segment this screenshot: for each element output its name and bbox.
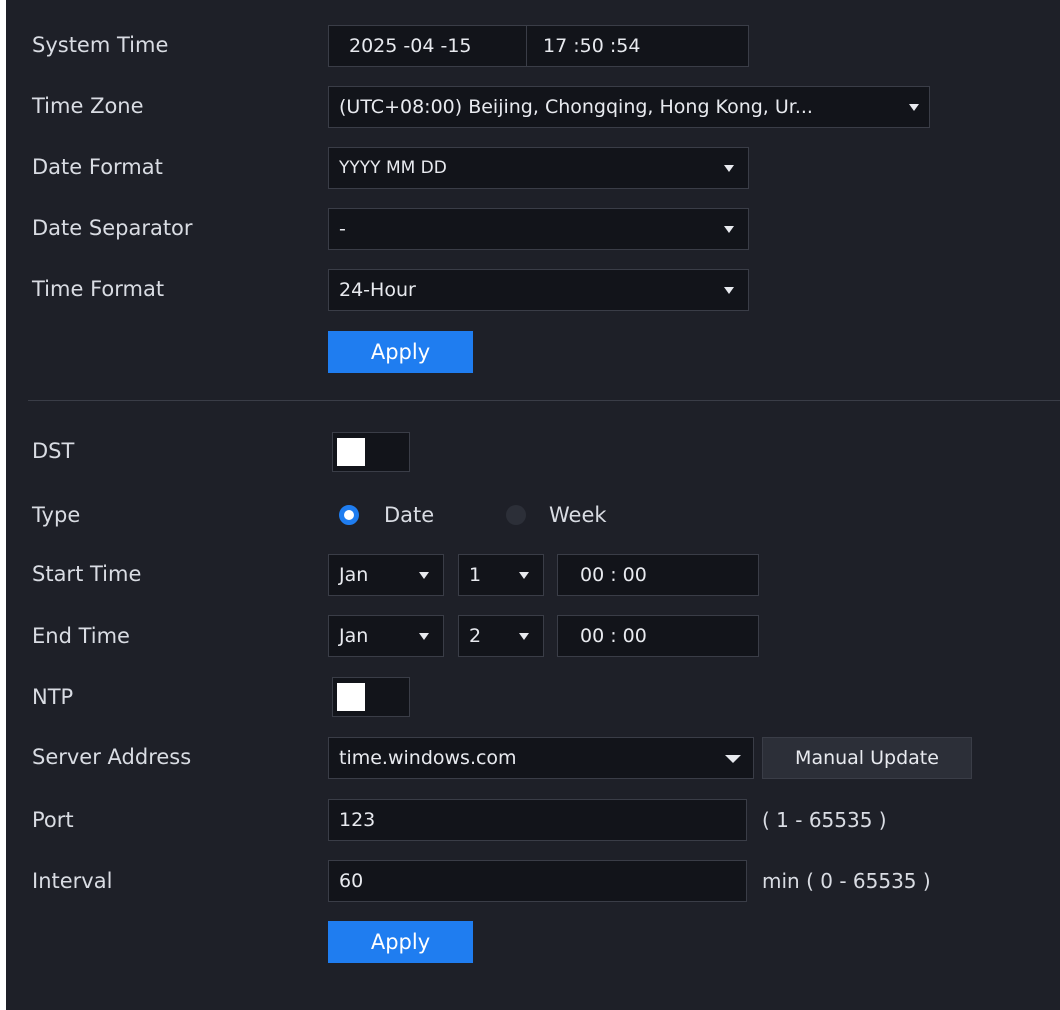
- end-day-value: 2: [469, 625, 482, 647]
- time-format-label: Time Format: [32, 277, 165, 301]
- end-month-select[interactable]: Jan: [328, 615, 444, 657]
- type-label: Type: [32, 503, 81, 527]
- start-day-value: 1: [469, 564, 482, 586]
- toggle-knob: [337, 683, 365, 711]
- time-zone-value: (UTC+08:00) Beijing, Chongqing, Hong Kon…: [339, 96, 813, 118]
- port-label: Port: [32, 808, 74, 832]
- interval-label: Interval: [32, 869, 113, 893]
- date-format-value: YYYY MM DD: [339, 158, 447, 178]
- chevron-down-icon: [519, 572, 529, 579]
- interval-value: 60: [339, 870, 364, 892]
- system-date-value[interactable]: 2025 -04 -15: [349, 35, 472, 57]
- start-time-input[interactable]: 00 : 00: [557, 554, 759, 596]
- ntp-label: NTP: [32, 685, 74, 709]
- interval-input[interactable]: 60: [328, 860, 747, 902]
- manual-update-label: Manual Update: [795, 747, 939, 769]
- interval-range-hint: min ( 0 - 65535 ): [762, 869, 931, 893]
- chevron-down-icon: [724, 226, 734, 233]
- chevron-down-icon: [519, 633, 529, 640]
- port-range-hint: ( 1 - 65535 ): [762, 808, 887, 832]
- end-month-value: Jan: [339, 625, 369, 647]
- chevron-down-icon: [419, 633, 429, 640]
- system-clock-value[interactable]: 17 :50 :54: [543, 35, 640, 57]
- start-day-select[interactable]: 1: [458, 554, 544, 596]
- type-date-label[interactable]: Date: [384, 503, 434, 527]
- date-format-label: Date Format: [32, 155, 163, 179]
- manual-update-button[interactable]: Manual Update: [762, 737, 972, 779]
- date-time-separator: [526, 26, 527, 66]
- date-separator-label: Date Separator: [32, 216, 193, 240]
- start-month-value: Jan: [339, 564, 369, 586]
- time-zone-select[interactable]: (UTC+08:00) Beijing, Chongqing, Hong Kon…: [328, 86, 930, 128]
- port-value: 123: [339, 809, 376, 831]
- date-format-select[interactable]: YYYY MM DD: [328, 147, 749, 189]
- type-week-label[interactable]: Week: [549, 503, 607, 527]
- server-address-select[interactable]: time.windows.com: [328, 737, 754, 779]
- apply-button-time-settings[interactable]: Apply: [328, 331, 473, 373]
- system-time-field[interactable]: 2025 -04 -15 17 :50 :54: [328, 25, 749, 67]
- dst-toggle[interactable]: [332, 432, 410, 472]
- chevron-down-icon[interactable]: [725, 755, 741, 763]
- dst-label: DST: [32, 439, 75, 463]
- date-separator-select[interactable]: -: [328, 208, 749, 250]
- date-separator-value: -: [339, 218, 346, 240]
- end-time-label: End Time: [32, 624, 130, 648]
- end-day-select[interactable]: 2: [458, 615, 544, 657]
- chevron-down-icon: [909, 104, 919, 111]
- start-month-select[interactable]: Jan: [328, 554, 444, 596]
- start-time-value: 00 : 00: [580, 564, 647, 586]
- time-format-value: 24-Hour: [339, 279, 416, 301]
- server-address-label: Server Address: [32, 745, 192, 769]
- type-date-radio[interactable]: [339, 505, 359, 525]
- system-time-label: System Time: [32, 33, 169, 57]
- chevron-down-icon: [724, 287, 734, 294]
- start-time-label: Start Time: [32, 562, 142, 586]
- end-time-value: 00 : 00: [580, 625, 647, 647]
- time-format-select[interactable]: 24-Hour: [328, 269, 749, 311]
- type-week-radio[interactable]: [506, 505, 526, 525]
- general-date-time-settings-panel: System Time 2025 -04 -15 17 :50 :54 Time…: [6, 0, 1060, 1010]
- end-time-input[interactable]: 00 : 00: [557, 615, 759, 657]
- apply-button-ntp-settings[interactable]: Apply: [328, 921, 473, 963]
- server-address-value[interactable]: time.windows.com: [339, 747, 517, 769]
- time-zone-label: Time Zone: [32, 94, 144, 118]
- section-divider: [28, 400, 1060, 401]
- toggle-knob: [337, 438, 365, 466]
- ntp-toggle[interactable]: [332, 677, 410, 717]
- chevron-down-icon: [724, 165, 734, 172]
- port-input[interactable]: 123: [328, 799, 747, 841]
- chevron-down-icon: [419, 572, 429, 579]
